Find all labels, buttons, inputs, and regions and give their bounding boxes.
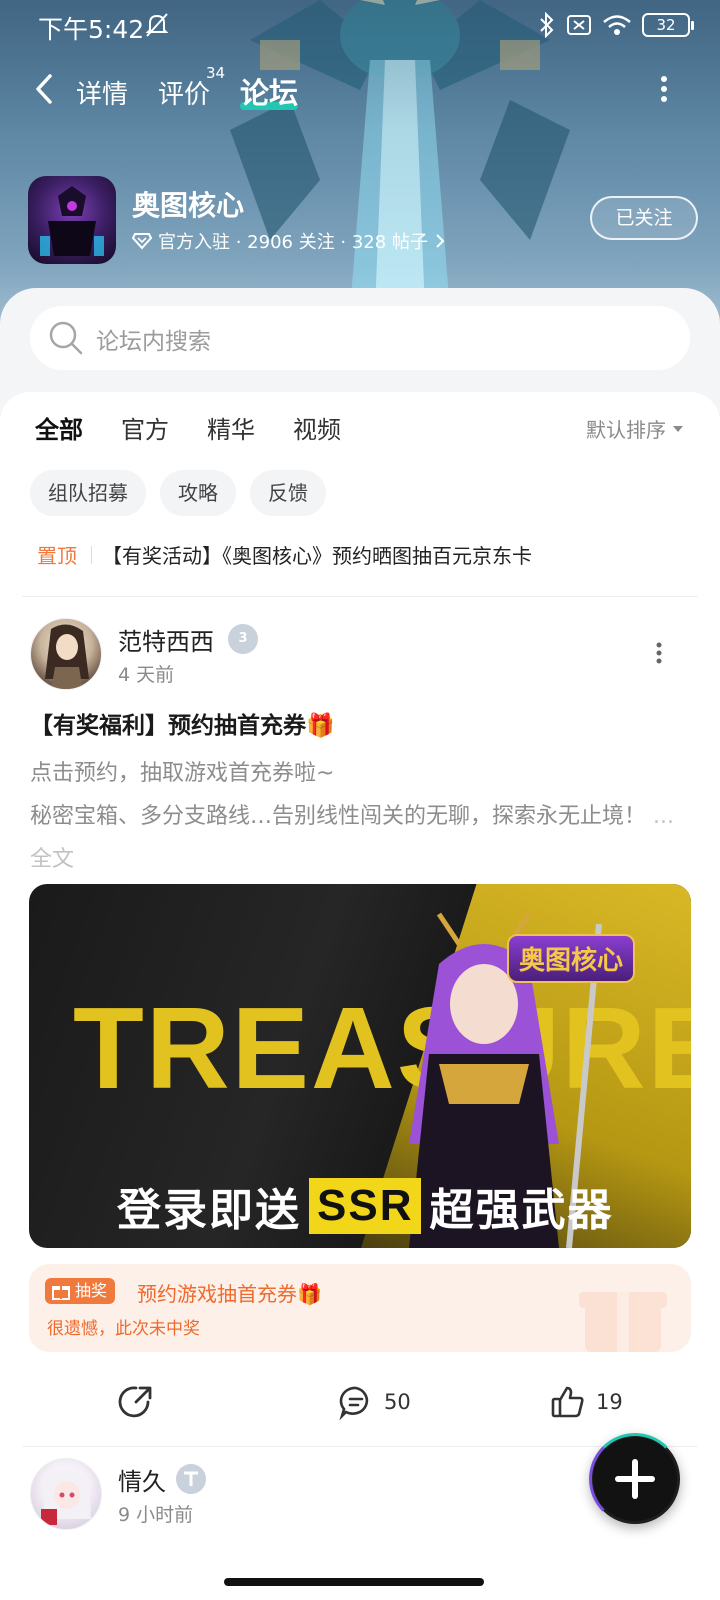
lottery-card[interactable]: 抽奖 预约游戏抽首充券🎁 很遗憾，此次未中奖 xyxy=(29,1264,691,1352)
caret-down-icon xyxy=(673,425,683,432)
post-more-icon[interactable] xyxy=(656,642,662,664)
forum-sheet: 论坛内搜索 全部 官方 精华 视频 默认排序 组队招募 攻略 反馈 置顶 【有奖… xyxy=(0,288,720,1600)
more-vertical-icon[interactable] xyxy=(660,74,668,104)
caption-post: 超强武器 xyxy=(429,1185,614,1236)
tab-forum[interactable]: 论坛 xyxy=(240,70,299,112)
pinned-post[interactable]: 置顶 【有奖活动】《奥图核心》预约晒图抽百元京东卡 xyxy=(37,540,687,569)
create-post-button[interactable] xyxy=(589,1433,681,1525)
thumbs-up-icon xyxy=(551,1386,584,1418)
top-nav: 详情 评价 34 论坛 xyxy=(0,60,720,120)
comment-icon xyxy=(339,1386,369,1420)
sort-label: 默认排序 xyxy=(586,418,666,442)
official-diamond-icon xyxy=(132,233,152,250)
caption-ssr: SSR xyxy=(309,1178,422,1234)
search-icon xyxy=(49,321,83,355)
filter-tab-video[interactable]: 视频 xyxy=(293,410,341,460)
caption-pre: 登录即送 xyxy=(117,1185,301,1236)
bluetooth-icon xyxy=(540,12,554,38)
topic-chips: 组队招募 攻略 反馈 xyxy=(30,470,326,516)
level-badge xyxy=(176,1464,206,1494)
lottery-tag: 抽奖 xyxy=(45,1278,116,1304)
forum-card: 全部 官方 精华 视频 默认排序 组队招募 攻略 反馈 置顶 【有奖活动】《奥图… xyxy=(0,392,720,1600)
game-app-icon[interactable] xyxy=(28,176,116,264)
tab-reviews[interactable]: 评价 xyxy=(158,74,210,111)
reviews-count-badge: 34 xyxy=(206,64,226,82)
wifi-icon xyxy=(603,15,631,35)
search-input[interactable]: 论坛内搜索 xyxy=(30,306,690,370)
sort-dropdown[interactable]: 默认排序 xyxy=(586,414,684,443)
comment-count: 50 xyxy=(384,1390,411,1414)
chevron-right-icon xyxy=(436,234,445,248)
post-time: 9 小时前 xyxy=(118,1504,194,1526)
sim-off-icon xyxy=(567,15,591,35)
chip-guide[interactable]: 攻略 xyxy=(160,470,236,516)
filter-tabs: 全部 官方 精华 视频 xyxy=(35,410,341,464)
clock: 下午5:42 xyxy=(38,15,145,44)
post-author[interactable]: 范特西西 xyxy=(118,622,214,657)
post-body-line: 点击预约，抽取游戏首充券啦~ xyxy=(30,761,335,786)
comment-button[interactable]: 50 xyxy=(338,1384,411,1420)
like-button[interactable]: 19 xyxy=(550,1384,623,1420)
pinned-tag: 置顶 xyxy=(37,544,77,568)
tab-details[interactable]: 详情 xyxy=(76,74,128,111)
post-image[interactable]: TREASURE 奥图核心 登录即送 SSR 超强武器 xyxy=(29,884,691,1248)
gift-icon xyxy=(52,1286,70,1300)
level-badge: 3 xyxy=(228,624,258,654)
avatar[interactable] xyxy=(30,618,102,690)
share-icon xyxy=(118,1386,152,1418)
post-actions: 50 19 xyxy=(0,1376,720,1436)
banner-caption: 登录即送 SSR 超强武器 xyxy=(117,1174,613,1238)
post-title: 【有奖福利】预约抽首充券🎁 xyxy=(30,713,335,739)
post-body-text: 秘密宝箱、多分支路线…告别线性闯关的无聊，探索永无止境！ xyxy=(30,804,647,829)
like-count: 19 xyxy=(596,1390,623,1414)
game-meta[interactable]: 官方入驻 · 2906 关注 · 328 帖子 xyxy=(132,228,446,254)
divider xyxy=(22,596,698,597)
filter-tab-featured[interactable]: 精华 xyxy=(207,410,255,460)
pinned-divider xyxy=(91,545,92,564)
game-logo: 奥图核心 xyxy=(506,934,635,983)
chip-feedback[interactable]: 反馈 xyxy=(250,470,326,516)
lottery-tag-label: 抽奖 xyxy=(75,1281,108,1300)
filter-tab-all[interactable]: 全部 xyxy=(35,410,83,464)
follow-button[interactable]: 已关注 xyxy=(590,196,698,240)
post-time: 4 天前 xyxy=(118,664,175,686)
chip-team-recruit[interactable]: 组队招募 xyxy=(30,470,146,516)
game-stats: 官方入驻 · 2906 关注 · 328 帖子 xyxy=(158,232,428,253)
post-body-line: 秘密宝箱、多分支路线…告别线性闯关的无聊，探索永无止境！ ... 全文 xyxy=(30,795,690,881)
post-author[interactable]: 情久 xyxy=(118,1462,166,1497)
post-body: 点击预约，抽取游戏首充券啦~ 秘密宝箱、多分支路线…告别线性闯关的无聊，探索永无… xyxy=(30,752,690,881)
pinned-title: 【有奖活动】《奥图核心》预约晒图抽百元京东卡 xyxy=(102,544,532,568)
plus-icon xyxy=(615,1459,655,1499)
share-button[interactable] xyxy=(118,1384,154,1420)
home-indicator[interactable] xyxy=(224,1578,484,1586)
status-bar: 下午5:42 32 xyxy=(0,0,720,56)
battery-icon: 32 xyxy=(642,13,694,37)
lottery-result: 很遗憾，此次未中奖 xyxy=(47,1319,200,1339)
search-placeholder: 论坛内搜索 xyxy=(96,329,211,355)
mute-bell-icon xyxy=(145,13,169,37)
game-info: 奥图核心 官方入驻 · 2906 关注 · 328 帖子 已关注 xyxy=(28,176,698,266)
avatar[interactable] xyxy=(30,1458,102,1530)
lottery-title: 预约游戏抽首充券🎁 xyxy=(137,1282,322,1306)
gift-watermark-icon xyxy=(579,1292,667,1352)
filter-tab-official[interactable]: 官方 xyxy=(121,410,169,460)
game-title: 奥图核心 xyxy=(132,189,245,222)
back-arrow-icon[interactable] xyxy=(30,72,60,106)
